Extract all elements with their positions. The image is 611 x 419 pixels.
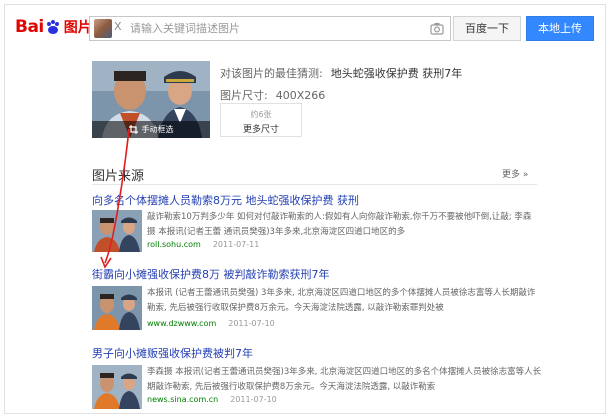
result-url[interactable]: www.dzwww.com <box>147 319 216 328</box>
best-guess-value[interactable]: 地头蛇强收保护费 获刑7年 <box>331 67 463 80</box>
result-photo <box>92 210 142 252</box>
result-date: 2011-07-10 <box>230 395 277 404</box>
result-thumbnail[interactable] <box>92 365 142 409</box>
logo-pic-text: 图片 <box>63 20 92 36</box>
more-link[interactable]: 更多 » <box>502 167 528 180</box>
list-item: 男子向小摊贩强收保护费被判7年 李森摄 本报讯(记者王蕾通讯员樊强)3年多来, … <box>92 345 552 411</box>
result-description: 本报讯 (记者王蕾通讯员樊强) 3年多来, 北京海淀区四道口地区的多个体摆摊人员… <box>147 288 536 313</box>
query-image-thumbnail <box>94 19 112 38</box>
crop-label: 手动框选 <box>141 125 174 134</box>
best-guess: 对该图片的最佳猜测: 地头蛇强收保护费 获刑7年 <box>220 65 462 81</box>
image-size: 图片尺寸: 400X266 <box>220 87 325 103</box>
header: Bai 图片 X 百度一下 本地上传 <box>5 5 605 49</box>
size-count: 约6张 <box>250 110 272 119</box>
upload-button[interactable]: 本地上传 <box>526 16 594 41</box>
crop-select-button[interactable]: 手动框选 <box>92 121 210 138</box>
result-date: 2011-07-11 <box>212 240 260 249</box>
baidu-logo[interactable]: Bai 图片 <box>15 16 92 38</box>
list-item: 街霸向小摊强收保护费8万 被判敲诈勒索获刑7年 本报讯 (记者王蕾通讯员樊强) … <box>92 266 552 332</box>
result-title[interactable]: 街霸向小摊强收保护费8万 被判敲诈勒索获刑7年 <box>92 266 552 282</box>
search-input[interactable] <box>128 17 418 40</box>
result-meta: roll.sohu.com 2011-07-11 <box>147 240 259 249</box>
result-description: 李森摄 本报讯(记者王蕾通讯员樊强)3年多来, 北京海淀区四道口地区的多名个体摆… <box>147 367 542 392</box>
result-url[interactable]: news.sina.com.cn <box>147 395 218 404</box>
list-item: 向多名个体摆摊人员勒索8万元 地头蛇强收保护费 获刑 敲诈勒索10万判多少年 如… <box>92 192 552 254</box>
result-meta: news.sina.com.cn 2011-07-10 <box>147 395 277 404</box>
sources-heading: 图片来源 <box>92 169 145 184</box>
result-url[interactable]: roll.sohu.com <box>147 240 201 249</box>
divider <box>92 184 537 185</box>
remove-image-button[interactable]: X <box>114 20 122 33</box>
camera-icon[interactable] <box>430 22 444 35</box>
search-box[interactable]: X <box>89 16 451 41</box>
result-thumbnail[interactable] <box>92 210 142 252</box>
more-sizes-button[interactable]: 约6张 更多尺寸 <box>220 103 302 137</box>
more-sizes-label: 更多尺寸 <box>242 125 279 135</box>
image-size-label: 图片尺寸: <box>220 89 268 102</box>
search-result-page: Bai 图片 X 百度一下 本地上传 <box>4 4 606 414</box>
paw-icon <box>46 20 59 34</box>
image-size-value: 400X266 <box>275 89 326 102</box>
result-photo <box>92 286 142 330</box>
logo-bai-text: Bai <box>15 17 44 37</box>
result-description: 敲诈勒索10万判多少年 如何对付敲诈勒索的人:假如有人向你敲诈勒索,你千万不要被… <box>147 212 532 237</box>
result-thumbnail[interactable] <box>92 286 142 330</box>
result-photo <box>92 365 142 409</box>
search-button[interactable]: 百度一下 <box>453 16 521 41</box>
crop-icon <box>128 125 138 134</box>
best-guess-label: 对该图片的最佳猜测: <box>220 67 323 80</box>
result-meta: www.dzwww.com 2011-07-10 <box>147 319 275 328</box>
query-image[interactable]: 手动框选 <box>92 61 210 138</box>
result-date: 2011-07-10 <box>228 319 275 328</box>
result-title[interactable]: 向多名个体摆摊人员勒索8万元 地头蛇强收保护费 获刑 <box>92 192 552 208</box>
result-title[interactable]: 男子向小摊贩强收保护费被判7年 <box>92 345 552 361</box>
